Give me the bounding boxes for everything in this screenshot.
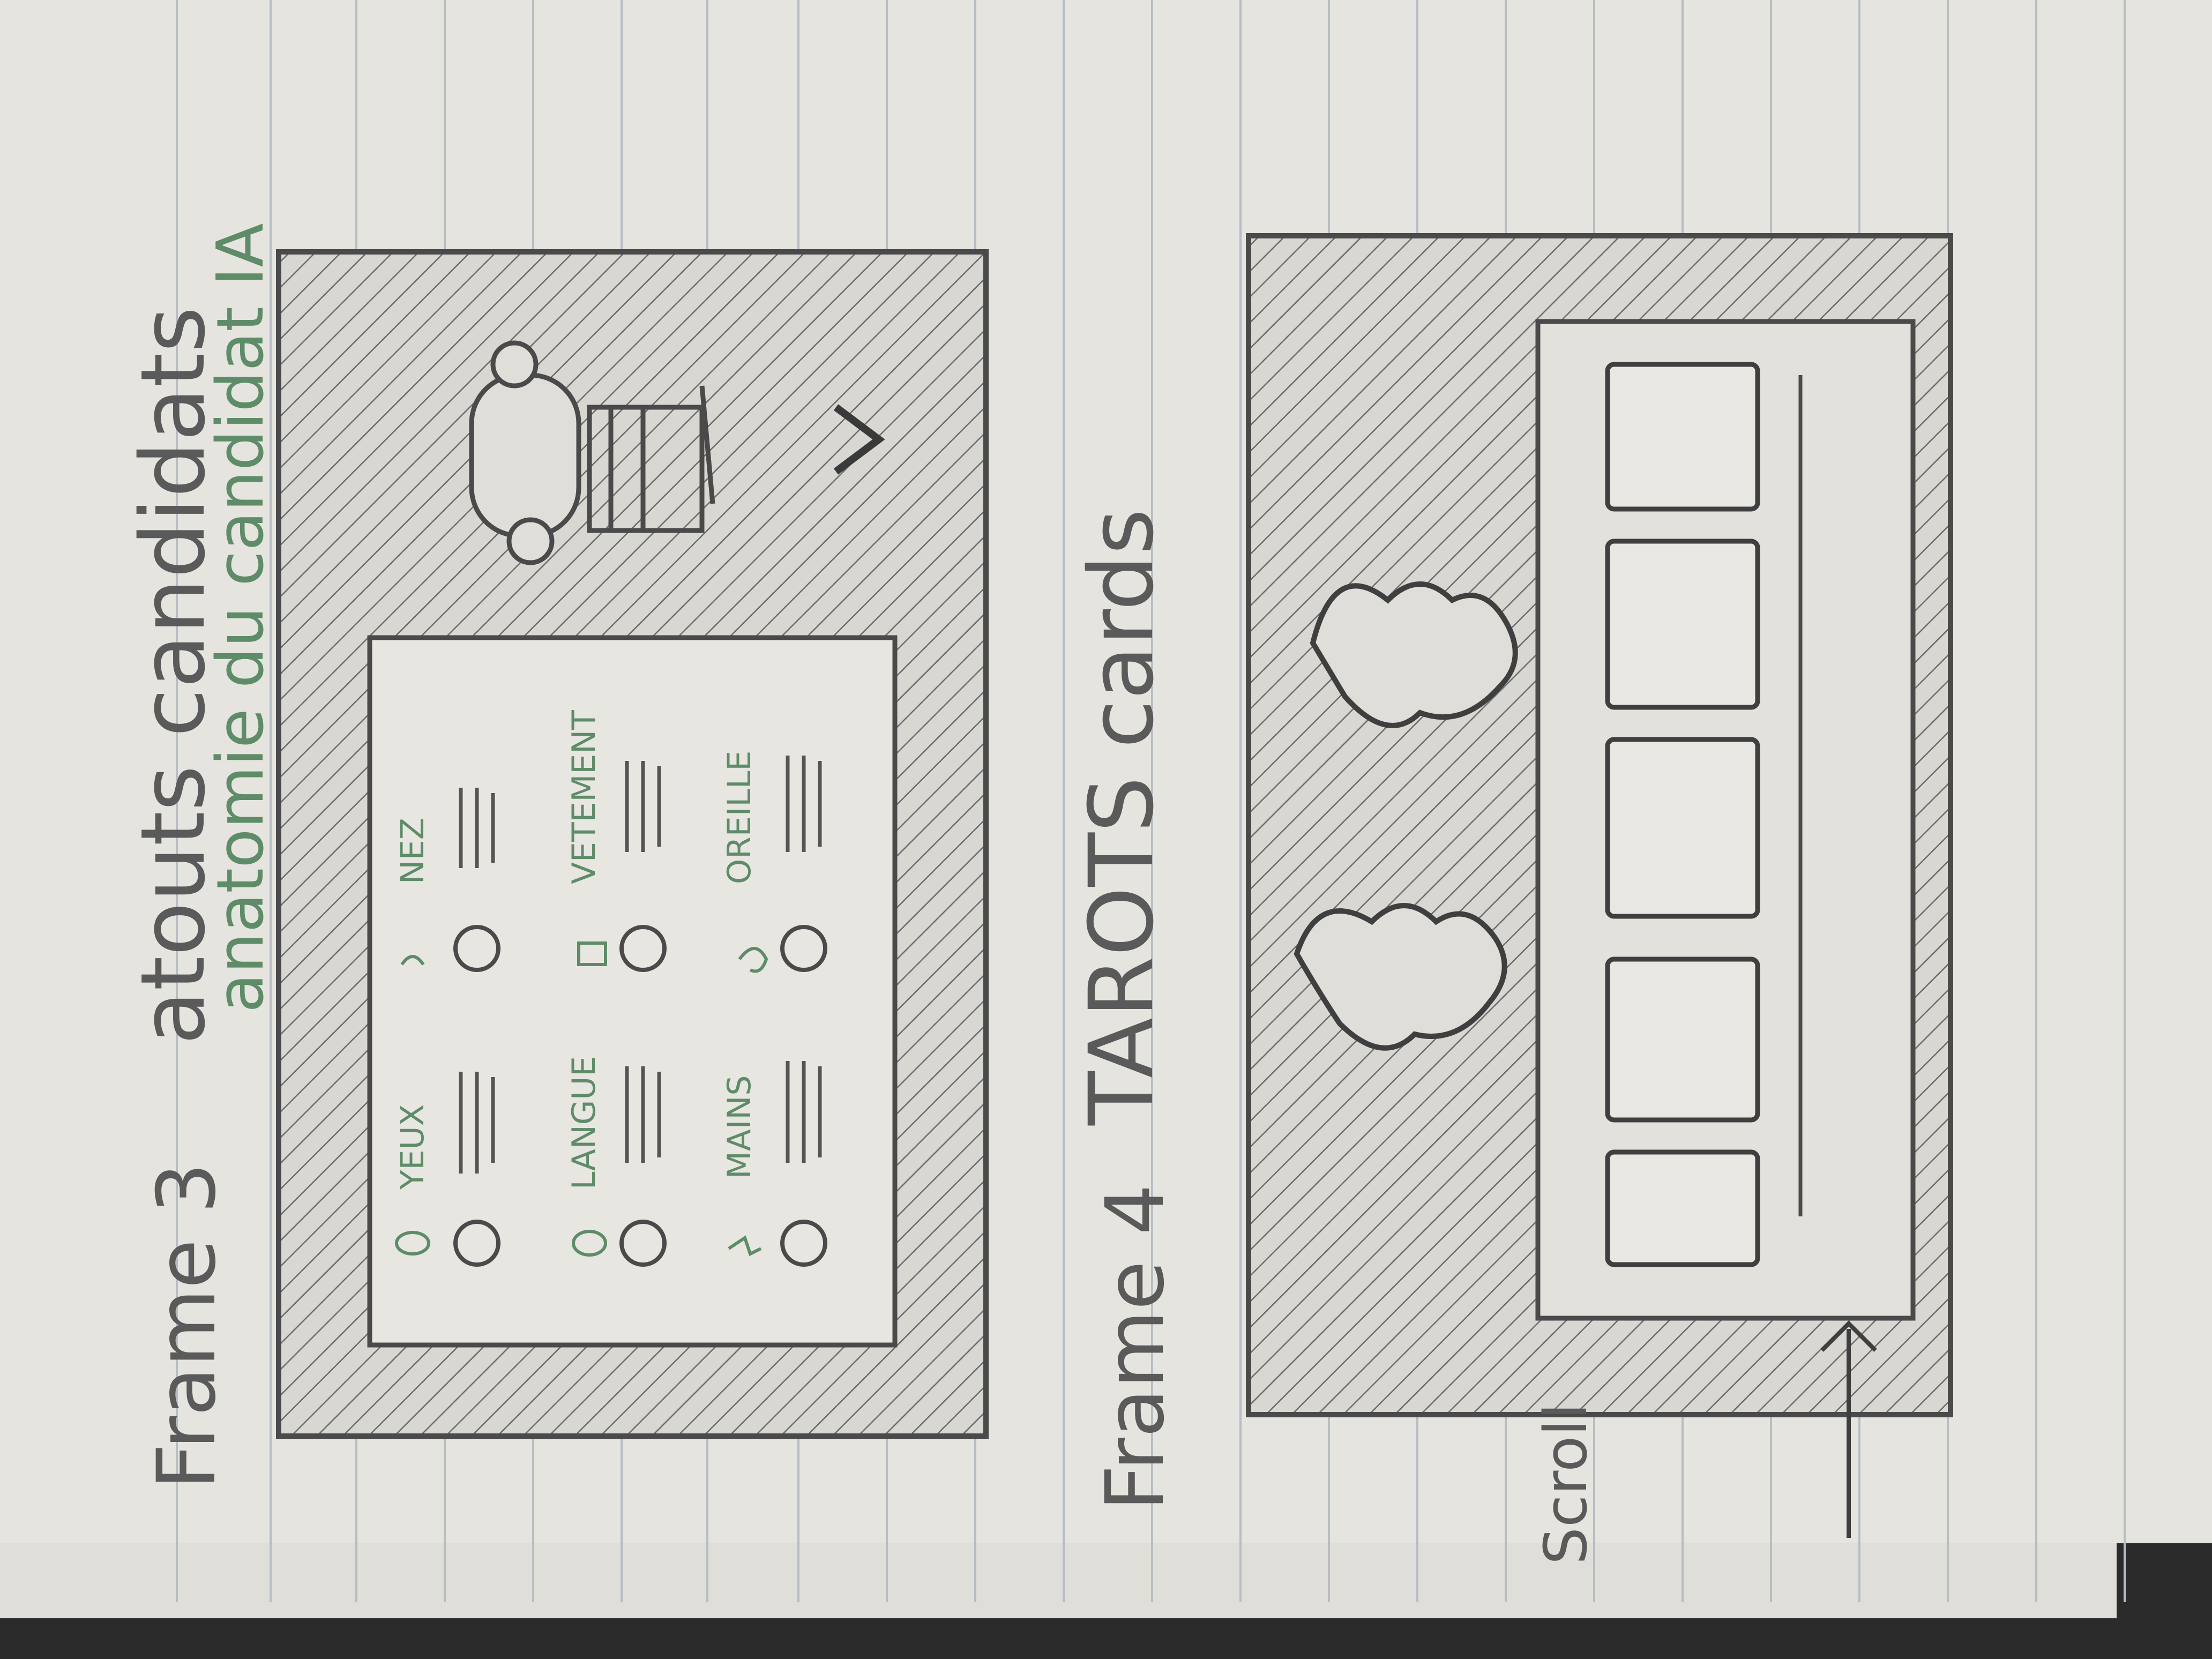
frame3-title: Frame 3 [140, 1163, 234, 1490]
trait-label: MAINS [721, 1075, 758, 1179]
trait-label: NEZ [394, 818, 431, 884]
trait-label: OREILLE [721, 751, 758, 884]
frame3-subheading: anatomie du candidat IA [204, 223, 278, 1013]
sketch-canvas: Frame 3 atouts candidats anatomie du can… [0, 0, 2212, 1659]
tarot-card[interactable] [1605, 1149, 1760, 1267]
traits-card [367, 635, 898, 1348]
scroll-label: Scroll [1531, 1403, 1600, 1565]
tarot-card[interactable] [1605, 737, 1760, 919]
trait-label: YEUX [394, 1104, 431, 1190]
frame4-heading: TAROTS cards [1070, 509, 1173, 1126]
tarot-card[interactable] [1605, 362, 1760, 512]
notebook-page: Frame 3 atouts candidats anatomie du can… [0, 0, 2212, 1659]
tarot-card[interactable] [1605, 539, 1760, 710]
trait-label: VETEMENT [565, 710, 603, 884]
trait-label: LANGUE [565, 1056, 603, 1190]
frame4-title: Frame 4 [1089, 1184, 1182, 1511]
tarot-card[interactable] [1605, 956, 1760, 1123]
